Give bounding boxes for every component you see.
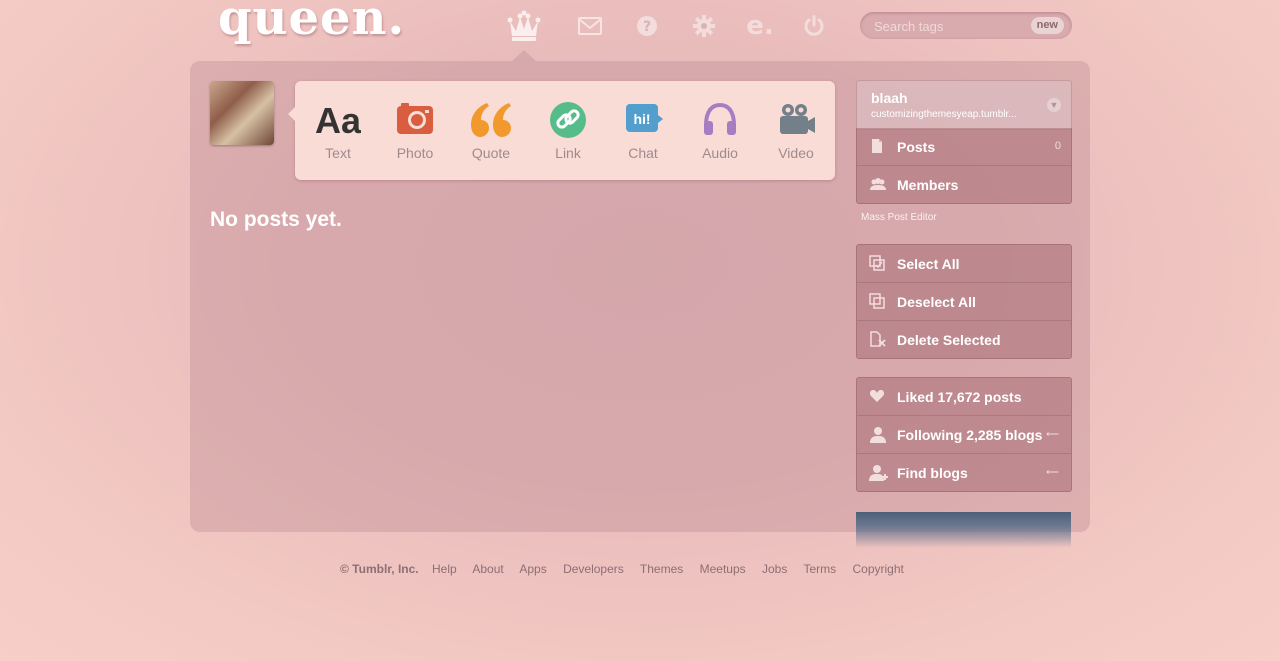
- blog-menu: Posts 0 Members: [856, 128, 1072, 204]
- sidebar-item-label: Posts: [897, 139, 936, 155]
- svg-text:hi!: hi!: [633, 111, 650, 127]
- sidebar-item-find-blogs[interactable]: Find blogs ⟵: [857, 454, 1071, 491]
- delete-icon: [869, 331, 886, 347]
- link-icon: [549, 101, 587, 139]
- mass-post-editor-title: Mass Post Editor: [861, 212, 937, 223]
- post-type-label: Text: [325, 145, 351, 161]
- post-type-audio[interactable]: Audio: [682, 81, 758, 180]
- select-all-button[interactable]: Select All: [857, 245, 1071, 283]
- power-icon[interactable]: [794, 8, 834, 44]
- sidebar-item-members[interactable]: Members: [857, 166, 1071, 203]
- svg-text:Aa: Aa: [315, 101, 361, 139]
- envelope-icon[interactable]: [570, 8, 610, 44]
- footer-link-terms[interactable]: Terms: [803, 562, 836, 576]
- sidebar-item-label: Deselect All: [897, 294, 976, 310]
- footer-link-developers[interactable]: Developers: [563, 562, 624, 576]
- gear-icon[interactable]: [684, 8, 724, 44]
- document-icon: [869, 138, 885, 154]
- sidebar-item-label: Delete Selected: [897, 332, 1001, 348]
- logo[interactable]: queen.: [218, 0, 405, 46]
- sidebar-item-label: Following 2,285 blogs: [897, 427, 1043, 443]
- new-badge: new: [1030, 17, 1064, 34]
- headphones-icon: [701, 101, 739, 139]
- video-camera-icon: [777, 101, 815, 139]
- footer-link-apps[interactable]: Apps: [519, 562, 546, 576]
- select-all-icon: [869, 255, 885, 271]
- post-type-label: Photo: [396, 145, 434, 161]
- e-icon[interactable]: e.: [740, 8, 780, 44]
- deselect-all-icon: [869, 293, 885, 309]
- mass-editor-menu: Select All Deselect All Delete Selected: [856, 244, 1072, 359]
- arrow-icon: ⟵: [1046, 429, 1059, 439]
- chevron-down-icon[interactable]: ▼: [1047, 98, 1061, 112]
- footer-link-copyright[interactable]: Copyright: [852, 562, 903, 576]
- post-type-selector: Aa Text Photo Quote Link hi! Chat Audio …: [288, 81, 835, 180]
- delete-selected-button[interactable]: Delete Selected: [857, 321, 1071, 358]
- blog-name: blaah: [871, 90, 908, 106]
- post-type-link[interactable]: Link: [530, 81, 606, 180]
- text-icon: Aa: [315, 100, 362, 141]
- footer-link-meetups[interactable]: Meetups: [700, 562, 746, 576]
- sidebar-item-following[interactable]: Following 2,285 blogs ⟵: [857, 416, 1071, 454]
- post-type-photo[interactable]: Photo: [377, 81, 453, 180]
- crown-icon[interactable]: [504, 8, 544, 44]
- post-type-text[interactable]: Aa Text: [300, 81, 376, 180]
- footer-link-about[interactable]: About: [472, 562, 503, 576]
- post-type-quote[interactable]: Quote: [453, 81, 529, 180]
- post-type-label: Link: [555, 145, 581, 161]
- arrow-icon: ⟵: [1046, 467, 1059, 477]
- user-menu: Liked 17,672 posts Following 2,285 blogs…: [856, 377, 1072, 492]
- sidebar-item-posts[interactable]: Posts 0: [857, 128, 1071, 166]
- sidebar-item-likes[interactable]: Liked 17,672 posts: [857, 378, 1071, 416]
- add-person-icon: [869, 464, 888, 481]
- sidebar-ad-image[interactable]: [856, 512, 1071, 548]
- blog-selector[interactable]: blaah customizingthemesyeap.tumblr... ▼: [856, 80, 1072, 130]
- members-icon: [869, 176, 886, 192]
- sidebar-item-label: Select All: [897, 256, 960, 272]
- sidebar-item-label: Find blogs: [897, 465, 968, 481]
- footer: © Tumblr, Inc. Help About Apps Developer…: [340, 562, 917, 576]
- post-type-label: Video: [778, 145, 814, 161]
- footer-link-help[interactable]: Help: [432, 562, 457, 576]
- heart-icon: [869, 388, 885, 404]
- blog-url: customizingthemesyeap.tumblr...: [871, 109, 1017, 120]
- sidebar-item-label: Liked 17,672 posts: [897, 389, 1022, 405]
- camera-icon: [396, 101, 434, 139]
- empty-state-message: No posts yet.: [210, 208, 342, 231]
- chat-icon: hi!: [624, 101, 663, 139]
- footer-link-jobs[interactable]: Jobs: [762, 562, 787, 576]
- help-icon[interactable]: ?: [627, 8, 667, 44]
- person-icon: [869, 426, 886, 443]
- svg-text:?: ?: [643, 19, 651, 35]
- footer-copyright: © Tumblr, Inc.: [340, 562, 419, 576]
- quote-icon: [471, 101, 511, 139]
- post-type-label: Audio: [702, 145, 738, 161]
- avatar[interactable]: [210, 81, 274, 145]
- search-box: new: [860, 12, 1072, 39]
- post-type-chat[interactable]: hi! Chat: [605, 81, 681, 180]
- footer-link-themes[interactable]: Themes: [640, 562, 683, 576]
- sidebar-item-label: Members: [897, 177, 959, 193]
- posts-count: 0: [1054, 140, 1061, 152]
- post-type-label: Quote: [471, 145, 511, 161]
- post-type-video[interactable]: Video: [758, 81, 834, 180]
- deselect-all-button[interactable]: Deselect All: [857, 283, 1071, 321]
- nav-pointer: [512, 50, 536, 61]
- search-input[interactable]: [872, 15, 1016, 37]
- post-type-label: Chat: [628, 145, 658, 161]
